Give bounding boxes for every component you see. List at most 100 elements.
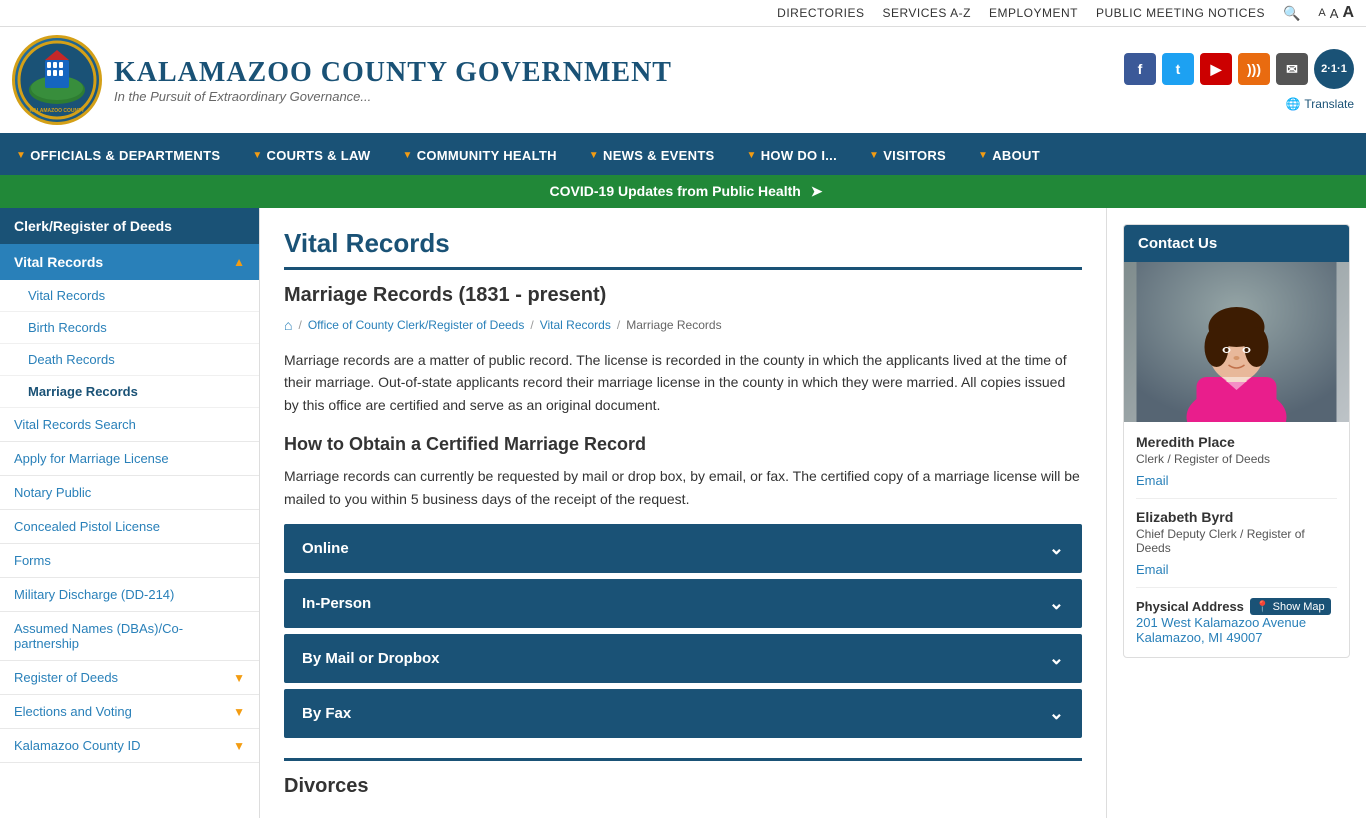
nav-officials-label: Officials & Departments bbox=[30, 148, 220, 163]
contact-box-header: Contact Us bbox=[1124, 225, 1349, 262]
meetings-link[interactable]: Public Meeting Notices bbox=[1096, 6, 1265, 20]
address-line2[interactable]: Kalamazoo, MI 49007 bbox=[1136, 630, 1337, 645]
covid-banner[interactable]: COVID-19 Updates from Public Health ➤ bbox=[0, 175, 1366, 208]
sidebar-item-elections-label: Elections and Voting bbox=[14, 704, 132, 719]
how-to-text: Marriage records can currently be reques… bbox=[284, 465, 1082, 510]
sidebar-item-register-deeds[interactable]: Register of Deeds ▼ bbox=[0, 661, 259, 695]
accordion-in-person[interactable]: In-Person ⌄ bbox=[284, 579, 1082, 628]
translate-button[interactable]: 🌐 Translate bbox=[1285, 97, 1354, 111]
accordion-inperson-label: In-Person bbox=[302, 595, 371, 612]
page-layout: Clerk/Register of Deeds Vital Records ▲ … bbox=[0, 208, 1366, 818]
youtube-icon[interactable]: ▶ bbox=[1200, 53, 1232, 85]
sidebar-item-marriage-records[interactable]: Marriage Records bbox=[0, 376, 259, 408]
sidebar-item-register-label: Register of Deeds bbox=[14, 670, 118, 685]
services-link[interactable]: Services A-Z bbox=[882, 6, 970, 20]
breadcrumb-sep3: / bbox=[617, 318, 620, 332]
nav-news[interactable]: ▼ News & Events bbox=[573, 136, 731, 175]
sidebar-item-forms[interactable]: Forms bbox=[0, 544, 259, 578]
sidebar-section-label: Vital Records bbox=[14, 254, 103, 270]
nav-health[interactable]: ▼ Community Health bbox=[387, 136, 573, 175]
facebook-icon[interactable]: f bbox=[1124, 53, 1156, 85]
nav-visitors[interactable]: ▼ Visitors bbox=[853, 136, 962, 175]
sidebar-vital-records-section[interactable]: Vital Records ▲ bbox=[0, 244, 259, 280]
site-logo[interactable]: KALAMAZOO COUNTY bbox=[12, 35, 102, 125]
font-size-medium[interactable]: A bbox=[1330, 6, 1339, 21]
sidebar-item-apply-marriage[interactable]: Apply for Marriage License bbox=[0, 442, 259, 476]
search-icon[interactable]: 🔍 bbox=[1283, 5, 1300, 22]
sidebar-item-assumed-names[interactable]: Assumed Names (DBAs)/Co-partnership bbox=[0, 612, 259, 661]
sidebar-item-death-records[interactable]: Death Records bbox=[0, 344, 259, 376]
address-label-text: Physical Address bbox=[1136, 599, 1244, 614]
contact-info: Meredith Place Clerk / Register of Deeds… bbox=[1124, 422, 1349, 657]
globe-icon: 🌐 bbox=[1285, 97, 1300, 111]
breadcrumb-sep2: / bbox=[530, 318, 533, 332]
show-map-button[interactable]: 📍 Show Map bbox=[1250, 598, 1331, 615]
font-size-large[interactable]: A bbox=[1342, 4, 1354, 22]
sidebar: Clerk/Register of Deeds Vital Records ▲ … bbox=[0, 208, 260, 818]
sidebar-item-notary[interactable]: Notary Public bbox=[0, 476, 259, 510]
accordion-mail-chevron: ⌄ bbox=[1049, 648, 1064, 669]
accordion-online-label: Online bbox=[302, 540, 349, 557]
how-to-heading: How to Obtain a Certified Marriage Recor… bbox=[284, 434, 1082, 455]
directories-link[interactable]: Directories bbox=[777, 6, 864, 20]
nav-officials[interactable]: ▼ Officials & Departments bbox=[0, 136, 236, 175]
font-size-small[interactable]: A bbox=[1318, 7, 1325, 19]
font-size-controls: A A A bbox=[1318, 4, 1354, 22]
211-icon[interactable]: 2·1·1 bbox=[1314, 49, 1354, 89]
howdo-arrow: ▼ bbox=[747, 150, 757, 161]
sidebar-item-elections[interactable]: Elections and Voting ▼ bbox=[0, 695, 259, 729]
accordion-online[interactable]: Online ⌄ bbox=[284, 524, 1082, 573]
sidebar-item-cpl[interactable]: Concealed Pistol License bbox=[0, 510, 259, 544]
breadcrumb-sep1: / bbox=[298, 318, 301, 332]
right-panel: Contact Us bbox=[1106, 208, 1366, 818]
twitter-icon[interactable]: t bbox=[1162, 53, 1194, 85]
contact2-email[interactable]: Email bbox=[1136, 562, 1169, 577]
address-line1[interactable]: 201 West Kalamazoo Avenue bbox=[1136, 615, 1337, 630]
news-arrow: ▼ bbox=[589, 150, 599, 161]
nav-courts-label: Courts & Law bbox=[267, 148, 371, 163]
breadcrumb-clerk[interactable]: Office of County Clerk/Register of Deeds bbox=[308, 318, 525, 332]
sidebar-item-kzoo-id[interactable]: Kalamazoo County ID ▼ bbox=[0, 729, 259, 763]
sidebar-item-birth-records[interactable]: Birth Records bbox=[0, 312, 259, 344]
nav-news-label: News & Events bbox=[603, 148, 715, 163]
breadcrumb-vital[interactable]: Vital Records bbox=[540, 318, 611, 332]
courts-arrow: ▼ bbox=[252, 150, 262, 161]
about-arrow: ▼ bbox=[978, 150, 988, 161]
nav-howdo-label: How Do I... bbox=[761, 148, 837, 163]
home-icon[interactable]: ⌂ bbox=[284, 317, 292, 333]
contact2-role: Chief Deputy Clerk / Register of Deeds bbox=[1136, 527, 1337, 555]
nav-courts[interactable]: ▼ Courts & Law bbox=[236, 136, 386, 175]
nav-howdo[interactable]: ▼ How Do I... bbox=[731, 136, 853, 175]
email-icon[interactable]: ✉ bbox=[1276, 53, 1308, 85]
sidebar-item-military[interactable]: Military Discharge (DD-214) bbox=[0, 578, 259, 612]
sidebar-item-id-arrow: ▼ bbox=[233, 739, 245, 753]
social-icons: f t ▶ ))) ✉ 2·1·1 bbox=[1124, 49, 1354, 89]
employment-link[interactable]: Employment bbox=[989, 6, 1078, 20]
address-label: Physical Address 📍 Show Map bbox=[1136, 598, 1337, 615]
sidebar-item-vital-records-search[interactable]: Vital Records Search bbox=[0, 408, 259, 442]
accordion-fax[interactable]: By Fax ⌄ bbox=[284, 689, 1082, 738]
header-right: f t ▶ ))) ✉ 2·1·1 🌐 Translate bbox=[1124, 49, 1354, 111]
map-icon: 📍 bbox=[1256, 601, 1270, 613]
accordion-mail[interactable]: By Mail or Dropbox ⌄ bbox=[284, 634, 1082, 683]
contact-box: Contact Us bbox=[1123, 224, 1350, 658]
divorces-heading: Divorces bbox=[284, 758, 1082, 798]
rss-icon[interactable]: ))) bbox=[1238, 53, 1270, 85]
site-header: KALAMAZOO COUNTY Kalamazoo County Govern… bbox=[0, 27, 1366, 136]
show-map-label: Show Map bbox=[1273, 601, 1325, 613]
page-title: Vital Records bbox=[284, 228, 1082, 270]
accordion-fax-chevron: ⌄ bbox=[1049, 703, 1064, 724]
top-bar: Directories Services A-Z Employment Publ… bbox=[0, 0, 1366, 27]
sidebar-item-elections-arrow: ▼ bbox=[233, 705, 245, 719]
nav-about[interactable]: ▼ About bbox=[962, 136, 1056, 175]
nav-visitors-label: Visitors bbox=[883, 148, 946, 163]
sidebar-title[interactable]: Clerk/Register of Deeds bbox=[0, 208, 259, 244]
sidebar-item-vital-records[interactable]: Vital Records bbox=[0, 280, 259, 312]
contact-divider2 bbox=[1136, 587, 1337, 588]
accordion-fax-label: By Fax bbox=[302, 705, 351, 722]
top-bar-links: Directories Services A-Z Employment Publ… bbox=[777, 4, 1354, 22]
header-title: Kalamazoo County Government In the Pursu… bbox=[114, 57, 672, 104]
site-name: Kalamazoo County Government bbox=[114, 57, 672, 89]
contact1-email[interactable]: Email bbox=[1136, 473, 1169, 488]
sidebar-item-register-arrow: ▼ bbox=[233, 671, 245, 685]
